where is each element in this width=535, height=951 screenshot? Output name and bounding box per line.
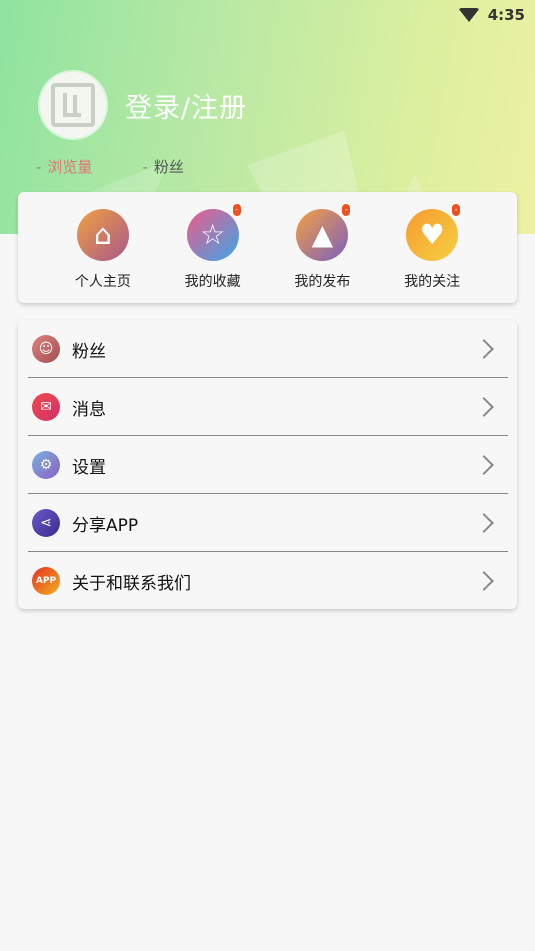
menu-item-label: 设置 <box>72 457 106 478</box>
chevron-right-icon <box>474 397 494 417</box>
quick-action-label: 我的关注 <box>404 274 461 290</box>
quick-action-homepage[interactable]: ⌂ 个人主页 <box>58 209 148 303</box>
stat-views-value: - <box>36 157 42 176</box>
quick-action-following[interactable]: ♥ - 我的关注 <box>387 203 477 303</box>
settings-icon: ⚙ <box>32 451 60 479</box>
about-icon: APP <box>32 567 60 595</box>
status-time: 4:35 <box>487 6 525 24</box>
menu-item-share-app[interactable]: ⋖ 分享APP <box>18 494 517 552</box>
menu-item-messages[interactable]: ✉ 消息 <box>18 378 517 436</box>
fans-icon: ☺ <box>32 335 60 363</box>
login-register-link[interactable]: 登录/注册 <box>125 86 247 125</box>
menu-item-fans[interactable]: ☺ 粉丝 <box>18 320 517 378</box>
message-icon: ✉ <box>32 393 60 421</box>
quick-action-label: 个人主页 <box>74 274 131 290</box>
notification-badge: - <box>231 203 242 217</box>
chevron-right-icon <box>474 455 494 475</box>
star-icon: ☆ - <box>186 203 242 261</box>
notification-badge: - <box>341 203 352 217</box>
menu-item-label: 分享APP <box>72 515 139 536</box>
stat-fans[interactable]: - 粉丝 <box>142 156 183 177</box>
chevron-right-icon <box>474 513 494 533</box>
quick-action-label: 我的收藏 <box>184 274 241 290</box>
menu-item-label: 粉丝 <box>72 341 106 362</box>
status-bar: 4:35 <box>457 4 525 26</box>
stat-fans-label: 粉丝 <box>153 158 184 176</box>
quick-action-publish[interactable]: ▲ - 我的发布 <box>277 203 367 303</box>
menu-item-label: 关于和联系我们 <box>72 573 191 594</box>
menu-item-settings[interactable]: ⚙ 设置 <box>18 436 517 494</box>
stat-views-label: 浏览量 <box>47 158 93 176</box>
wifi-icon <box>457 8 480 22</box>
quick-actions-card: ⌂ 个人主页 ☆ - 我的收藏 ▲ - 我的发布 ♥ - 我的关注 <box>18 192 517 303</box>
share-icon: ⋖ <box>32 509 60 537</box>
menu-card: ☺ 粉丝 ✉ 消息 ⚙ 设置 ⋖ 分享APP APP 关于和联系我们 <box>18 320 517 609</box>
menu-item-about[interactable]: APP 关于和联系我们 <box>18 552 517 610</box>
profile-stats: - 浏览量 - 粉丝 <box>36 156 184 177</box>
heart-icon: ♥ - <box>406 203 462 261</box>
chevron-right-icon <box>474 339 494 359</box>
compass-icon: ▲ - <box>296 203 352 261</box>
profile-page: 4:35 登录/注册 - 浏览量 - 粉丝 ⌂ 个人主页 ☆ - 我的收藏 ▲ … <box>0 0 535 951</box>
quick-action-label: 我的发布 <box>294 274 351 290</box>
chevron-right-icon <box>474 571 494 591</box>
menu-item-label: 消息 <box>72 399 106 420</box>
app-logo-icon <box>51 83 95 127</box>
stat-fans-value: - <box>142 157 148 176</box>
quick-action-favorites[interactable]: ☆ - 我的收藏 <box>168 203 258 303</box>
stat-views[interactable]: - 浏览量 <box>36 156 92 177</box>
notification-badge: - <box>451 203 462 217</box>
home-icon: ⌂ <box>76 209 129 261</box>
avatar[interactable] <box>40 72 106 138</box>
